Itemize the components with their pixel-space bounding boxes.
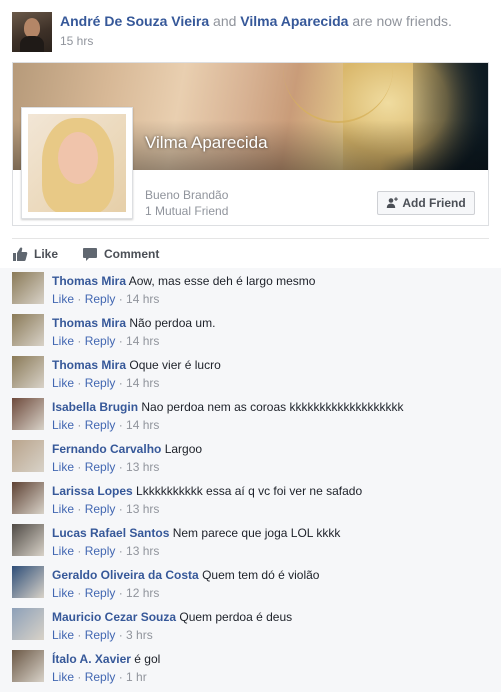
comment-reply-link[interactable]: Reply — [85, 670, 116, 684]
comment-author[interactable]: Ítalo A. Xavier — [52, 652, 131, 666]
profile-picture-frame[interactable] — [21, 107, 133, 219]
comments-section: Thomas Mira Aow, mas esse deh é largo me… — [0, 268, 501, 692]
commenter-avatar[interactable] — [12, 650, 44, 682]
comment: Geraldo Oliveira da Costa Quem tem dó é … — [12, 562, 492, 604]
commenter-avatar[interactable] — [12, 440, 44, 472]
comment-author[interactable]: Geraldo Oliveira da Costa — [52, 568, 199, 582]
comment-timestamp[interactable]: 13 hrs — [126, 460, 159, 474]
comment-author[interactable]: Thomas Mira — [52, 358, 126, 372]
comment-timestamp[interactable]: 14 hrs — [126, 334, 159, 348]
commenter-avatar[interactable] — [12, 482, 44, 514]
actor-name-link[interactable]: André De Souza Vieira — [60, 13, 209, 29]
comment-reply-link[interactable]: Reply — [85, 502, 116, 516]
commenter-avatar[interactable] — [12, 398, 44, 430]
comment-author[interactable]: Lucas Rafael Santos — [52, 526, 169, 540]
comment-text: Oque vier é lucro — [129, 358, 221, 372]
actor-avatar[interactable] — [12, 12, 52, 52]
comment-author[interactable]: Thomas Mira — [52, 274, 126, 288]
comment-reply-link[interactable]: Reply — [85, 376, 116, 390]
mutual-friends-link[interactable]: 1 Mutual Friend — [145, 204, 228, 218]
comment-text: Não perdoa um. — [129, 316, 216, 330]
headline-verb: are now friends. — [348, 13, 452, 29]
comment-reply-link[interactable]: Reply — [85, 292, 116, 306]
profile-location: Bueno Brandão — [145, 188, 229, 202]
story-timestamp[interactable]: 15 hrs — [60, 34, 93, 48]
comment-like-link[interactable]: Like — [52, 334, 74, 348]
comment-bubble-icon — [83, 248, 98, 261]
commenter-avatar[interactable] — [12, 608, 44, 640]
comment: Thomas Mira Aow, mas esse deh é largo me… — [12, 268, 492, 310]
comment-author[interactable]: Thomas Mira — [52, 316, 126, 330]
comment: Lucas Rafael Santos Nem parece que joga … — [12, 520, 492, 562]
comment-timestamp[interactable]: 3 hrs — [126, 628, 153, 642]
profile-name[interactable]: Vilma Aparecida — [145, 133, 268, 153]
comment-like-link[interactable]: Like — [52, 502, 74, 516]
add-friend-icon — [387, 197, 399, 208]
profile-picture[interactable] — [28, 114, 126, 212]
add-friend-button[interactable]: Add Friend — [377, 191, 475, 215]
comment-author[interactable]: Isabella Brugin — [52, 400, 138, 414]
comment-timestamp[interactable]: 12 hrs — [126, 586, 159, 600]
comment-text: Nao perdoa nem as coroas kkkkkkkkkkkkkkk… — [141, 400, 404, 414]
comment-author[interactable]: Larissa Lopes — [52, 484, 133, 498]
comment-text: Largoo — [164, 442, 203, 456]
comment-like-link[interactable]: Like — [52, 544, 74, 558]
action-bar: Like Comment — [12, 244, 159, 264]
comment-author[interactable]: Mauricio Cezar Souza — [52, 610, 176, 624]
comment: Ítalo A. Xavier é gol Like · Reply · 1 h… — [12, 646, 492, 688]
commenter-avatar[interactable] — [12, 314, 44, 346]
add-friend-label: Add Friend — [402, 196, 466, 210]
comment-timestamp[interactable]: 14 hrs — [126, 418, 159, 432]
comment-timestamp[interactable]: 13 hrs — [126, 544, 159, 558]
headline-connector: and — [209, 13, 241, 29]
comment-reply-link[interactable]: Reply — [85, 460, 116, 474]
comment-like-link[interactable]: Like — [52, 628, 74, 642]
comment-like-link[interactable]: Like — [52, 292, 74, 306]
story-header: André De Souza Vieira and Vilma Aparecid… — [12, 12, 492, 52]
comment-reply-link[interactable]: Reply — [85, 628, 116, 642]
comment-like-link[interactable]: Like — [52, 670, 74, 684]
like-label: Like — [34, 247, 59, 261]
comment-timestamp[interactable]: 14 hrs — [126, 376, 159, 390]
comment-text: Quem perdoa é deus — [179, 610, 293, 624]
comment-timestamp[interactable]: 14 hrs — [126, 292, 159, 306]
story-headline: André De Souza Vieira and Vilma Aparecid… — [60, 13, 452, 29]
comment: Larissa Lopes Lkkkkkkkkkk essa aí q vc f… — [12, 478, 492, 520]
comment-like-link[interactable]: Like — [52, 376, 74, 390]
comment-reply-link[interactable]: Reply — [85, 334, 116, 348]
divider — [12, 238, 489, 239]
like-button[interactable]: Like — [12, 244, 58, 264]
comment-like-link[interactable]: Like — [52, 586, 74, 600]
comment: Thomas Mira Não perdoa um. Like · Reply … — [12, 310, 492, 352]
commenter-avatar[interactable] — [12, 566, 44, 598]
comment: Mauricio Cezar Souza Quem perdoa é deus … — [12, 604, 492, 646]
comment: Thomas Mira Oque vier é lucro Like · Rep… — [12, 352, 492, 394]
comment-text: Aow, mas esse deh é largo mesmo — [128, 274, 316, 288]
comment-button[interactable]: Comment — [82, 244, 159, 264]
comment-author[interactable]: Fernando Carvalho — [52, 442, 161, 456]
profile-attachment-card: Vilma Aparecida Bueno Brandão 1 Mutual F… — [12, 62, 489, 226]
comment-timestamp[interactable]: 13 hrs — [126, 502, 159, 516]
comment: Isabella Brugin Nao perdoa nem as coroas… — [12, 394, 492, 436]
comment-text: Lkkkkkkkkkk essa aí q vc foi ver ne safa… — [136, 484, 363, 498]
friend-name-link[interactable]: Vilma Aparecida — [240, 13, 348, 29]
comment-text: é gol — [134, 652, 161, 666]
commenter-avatar[interactable] — [12, 356, 44, 388]
comment-text: Quem tem dó é violão — [202, 568, 320, 582]
commenter-avatar[interactable] — [12, 272, 44, 304]
comment-timestamp[interactable]: 1 hr — [126, 670, 147, 684]
comment: Fernando Carvalho Largoo Like · Reply · … — [12, 436, 492, 478]
commenter-avatar[interactable] — [12, 524, 44, 556]
comment-reply-link[interactable]: Reply — [85, 418, 116, 432]
comment-reply-link[interactable]: Reply — [85, 544, 116, 558]
comment-text: Nem parece que joga LOL kkkk — [172, 526, 341, 540]
comment-reply-link[interactable]: Reply — [85, 586, 116, 600]
comment-like-link[interactable]: Like — [52, 460, 74, 474]
comment-like-link[interactable]: Like — [52, 418, 74, 432]
thumbs-up-icon — [13, 247, 28, 261]
comment-label: Comment — [104, 247, 160, 261]
